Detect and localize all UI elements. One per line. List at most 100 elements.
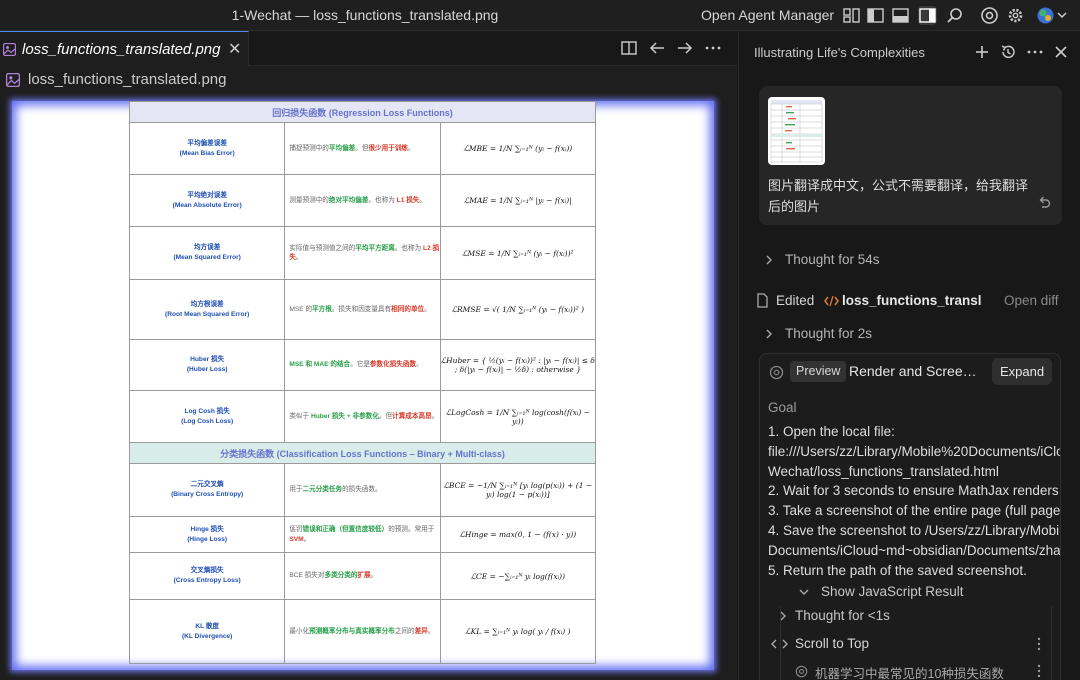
- tool-call-header[interactable]: Preview Render and Screenshot HTML Expan…: [760, 354, 1060, 390]
- desc-text: 。也称为: [368, 196, 397, 204]
- goal-line: 4. Save the screenshot to /Users/zz/Libr…: [768, 522, 1061, 538]
- image-file-icon: [3, 43, 16, 56]
- open-agent-manager-button[interactable]: Open Agent Manager: [701, 7, 834, 23]
- show-javascript-result[interactable]: Show JavaScript Result: [821, 584, 964, 599]
- image-preview: 回归损失函数 (Regression Loss Functions) 平均偏差误…: [12, 101, 714, 670]
- toggle-sidebar-icon[interactable]: [866, 6, 885, 25]
- loss-description-cell: 测量预测中的绝对平均偏差。也称为 L1 损失。: [284, 174, 441, 227]
- loss-name-cell: 均方根误差 (Root Mean Squared Error): [128, 279, 286, 340]
- more-actions-icon[interactable]: [1026, 43, 1044, 61]
- desc-highlight: L1 损失: [396, 196, 420, 204]
- chevron-right-icon[interactable]: [763, 254, 775, 266]
- breadcrumb-filename: loss_functions_translated.png: [28, 71, 227, 88]
- attached-image-thumbnail[interactable]: [768, 97, 825, 165]
- thought-under-1s[interactable]: Thought for <1s: [795, 608, 890, 623]
- regression-rows: 平均偏差误差 (Mean Bias Error) 捕捉预测中的平均偏差。但很少用于训…: [128, 122, 597, 443]
- breadcrumb[interactable]: loss_functions_translated.png: [0, 66, 737, 94]
- desc-text: 实际值与预测值之间的: [289, 244, 356, 252]
- desc-highlight: 参数化损失函数: [369, 361, 417, 369]
- desc-text: 之间的: [394, 627, 415, 635]
- desc-text: 。但: [378, 412, 393, 420]
- more-vertical-icon[interactable]: [1036, 637, 1042, 651]
- loss-name-en: (Root Mean Squared Error): [165, 310, 250, 318]
- tab-loss-functions-png[interactable]: loss_functions_translated.png ✕: [0, 31, 249, 66]
- desc-text: 捕捉预测中的: [289, 144, 329, 152]
- table-row: Hinge 损失 (Hinge Loss) 惩罚错误和正确（但置信度较低）的预测。常…: [128, 516, 597, 553]
- loss-formula-cell: ℒKL = ∑ᵢ₌₁ᴺ yᵢ log( yᵢ / f(xᵢ) ): [439, 599, 597, 664]
- desc-highlight: 平均偏差: [328, 144, 356, 152]
- loss-name-en: (KL Divergence): [181, 632, 233, 640]
- desc-highlight: 扩展: [357, 572, 371, 580]
- chevron-right-icon[interactable]: [777, 610, 789, 622]
- user-message-text: 图片翻译成中文，公式不需要翻译，给我翻译后的图片: [768, 178, 1029, 214]
- loss-name-cell: 交叉熵损失 (Cross Entropy Loss): [128, 552, 286, 600]
- table-row: Log Cosh 损失 (Log Cosh Loss) 类似于 Huber 损失 +…: [128, 390, 597, 443]
- goal-label: Goal: [768, 400, 797, 415]
- desc-highlight: 计算成本高昂: [392, 412, 432, 420]
- layout-grid-icon[interactable]: [842, 6, 861, 25]
- code-icon: [824, 295, 839, 307]
- loss-formula-cell: ℒBCE = −1/N ∑ᵢ₌₁ᴺ [yᵢ log(p(xᵢ)) + (1 − …: [439, 463, 597, 517]
- user-message: 图片翻译成中文，公式不需要翻译，给我翻译后的图片: [759, 86, 1062, 225]
- window-title: 1-Wechat — loss_functions_translated.png: [231, 7, 499, 23]
- toggle-panel-icon[interactable]: [891, 6, 910, 25]
- loss-name-cell: 平均绝对误差 (Mean Absolute Error): [128, 174, 286, 227]
- tool-call-card: Preview Render and Screenshot HTML Expan…: [759, 353, 1061, 680]
- table-row: 平均偏差误差 (Mean Bias Error) 捕捉预测中的平均偏差。但很少用于训…: [128, 122, 597, 175]
- loss-description-cell: 实际值与预测值之间的平均平方距离。也称为 L2 损失。: [284, 226, 441, 280]
- desc-highlight: 平均平方距离: [355, 244, 395, 252]
- tab-label: loss_functions_translated.png: [22, 41, 221, 58]
- scroll-to-top-step[interactable]: Scroll to Top: [795, 636, 869, 651]
- go-back-icon[interactable]: [648, 39, 666, 57]
- loss-formula-cell: ℒMBE = 1/N ∑ᵢ₌₁ᴺ (yᵢ − f(xᵢ)): [439, 122, 597, 175]
- loss-formula-cell: ℒRMSE = √( 1/N ∑ᵢ₌₁ᴺ (yᵢ − f(xᵢ))² ): [439, 279, 597, 340]
- new-chat-icon[interactable]: [973, 43, 991, 61]
- loss-name-zh: 均方根误差: [190, 300, 224, 308]
- more-actions-icon[interactable]: [704, 39, 722, 57]
- editor-area: loss_functions_translated.png ✕ loss_fun…: [0, 31, 737, 680]
- agent-panel: Illustrating Life's Complexities 图片翻译成中文…: [738, 31, 1080, 680]
- split-editor-icon[interactable]: [620, 39, 638, 57]
- loss-formula-cell: ℒMAE = 1/N ∑ᵢ₌₁ᴺ |yᵢ − f(xᵢ)|: [439, 174, 597, 227]
- browser-icon: [769, 365, 784, 380]
- chevron-down-icon[interactable]: [798, 586, 810, 598]
- close-tab-icon[interactable]: ✕: [228, 39, 241, 59]
- table-row: 平均绝对误差 (Mean Absolute Error) 测量预测中的绝对平均偏差。…: [128, 174, 597, 227]
- account-avatar-icon[interactable]: [1036, 6, 1070, 25]
- page-title-step[interactable]: 机器学习中最常见的10种损失函数: [815, 663, 1004, 680]
- history-icon[interactable]: [999, 43, 1017, 61]
- loss-description-cell: MSE 和 MAE 的结合。它是参数化损失函数。: [284, 339, 441, 391]
- undo-icon[interactable]: [1036, 194, 1052, 210]
- nested-steps: Thought for <1s Scroll to Top 机器学习中最常见的1…: [771, 606, 1052, 680]
- desc-text: MSE 的: [289, 305, 313, 313]
- go-forward-icon[interactable]: [676, 39, 694, 57]
- loss-name-zh: 均方误差: [193, 244, 221, 252]
- desc-text: 最小化: [289, 627, 310, 635]
- desc-highlight: 二元分类任务: [302, 486, 343, 494]
- loss-name-zh: Log Cosh 损失: [184, 407, 230, 415]
- chevron-right-icon[interactable]: [763, 328, 775, 340]
- loss-formula-cell: ℒCE = −∑ᵢ₌₁ᴺ yᵢ log(f(xᵢ)): [439, 552, 597, 600]
- more-vertical-icon[interactable]: [1036, 664, 1042, 678]
- thought-2s[interactable]: Thought for 2s: [785, 326, 872, 341]
- gear-icon[interactable]: [1006, 6, 1025, 25]
- desc-text: 的预测。常用于: [388, 526, 435, 534]
- code-icon: [771, 639, 788, 649]
- desc-text: 惩罚: [289, 526, 303, 534]
- loss-name-zh: KL 散度: [195, 622, 220, 630]
- search-icon[interactable]: [945, 6, 964, 25]
- section-header-classification: 分类损失函数 (Classification Loss Functions – …: [129, 442, 596, 464]
- loss-name-cell: Hinge 损失 (Hinge Loss): [128, 516, 286, 553]
- thought-54s[interactable]: Thought for 54s: [785, 252, 880, 267]
- desc-text: 。: [419, 196, 426, 204]
- loss-name-cell: Log Cosh 损失 (Log Cosh Loss): [128, 390, 286, 443]
- toggle-secondary-sidebar-icon[interactable]: [918, 6, 937, 25]
- table-row: 二元交叉熵 (Binary Cross Entropy) 用于二元分类任务的损失函数…: [128, 463, 597, 517]
- chrome-icon[interactable]: [980, 6, 999, 25]
- expand-button[interactable]: Expand: [992, 358, 1052, 385]
- edited-file-link[interactable]: loss_functions_translated.html: [842, 293, 982, 308]
- title-bar: 1-Wechat — loss_functions_translated.png…: [0, 0, 1080, 31]
- open-diff-button[interactable]: Open diff: [1004, 293, 1059, 308]
- close-panel-icon[interactable]: [1052, 43, 1070, 61]
- desc-highlight: 平方根: [312, 305, 332, 313]
